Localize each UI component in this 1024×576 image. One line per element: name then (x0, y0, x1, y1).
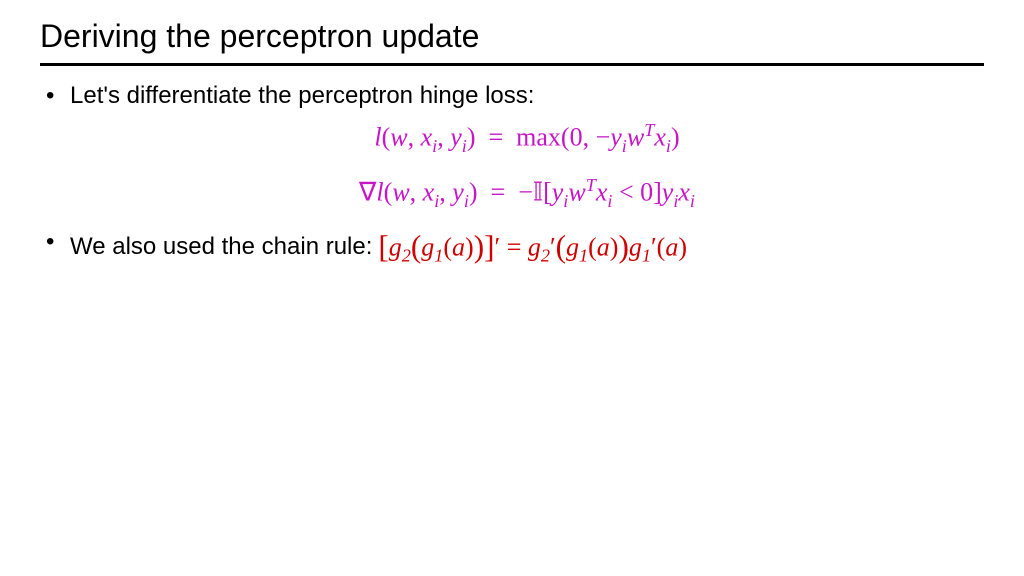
equation-gradient-math: ∇l(w, xi, yi) = −𝕀[yiwTxi < 0]yixi (359, 171, 695, 216)
title-divider (40, 63, 984, 66)
equation-gradient: ∇l(w, xi, yi) = −𝕀[yiwTxi < 0]yixi (70, 171, 984, 216)
bullet-2-text: We also used the chain rule: (70, 231, 372, 263)
bullet-1-text: Let's differentiate the perceptron hinge… (70, 82, 534, 109)
bullet-list: Let's differentiate the perceptron hinge… (40, 80, 984, 269)
equation-loss: l(w, xi, yi) = max(0, −yiwTxi) (70, 116, 984, 161)
slide-container: Deriving the perceptron update Let's dif… (0, 0, 1024, 269)
page-title: Deriving the perceptron update (40, 18, 984, 61)
bullet-item-2: We also used the chain rule: [g2(g1(a))]… (70, 226, 984, 268)
equation-loss-math: l(w, xi, yi) = max(0, −yiwTxi) (374, 116, 679, 161)
equation-chain-rule: [g2(g1(a))]′ = g2′(g1(a))g1′(a) (378, 226, 687, 268)
bullet-item-1: Let's differentiate the perceptron hinge… (70, 80, 984, 216)
